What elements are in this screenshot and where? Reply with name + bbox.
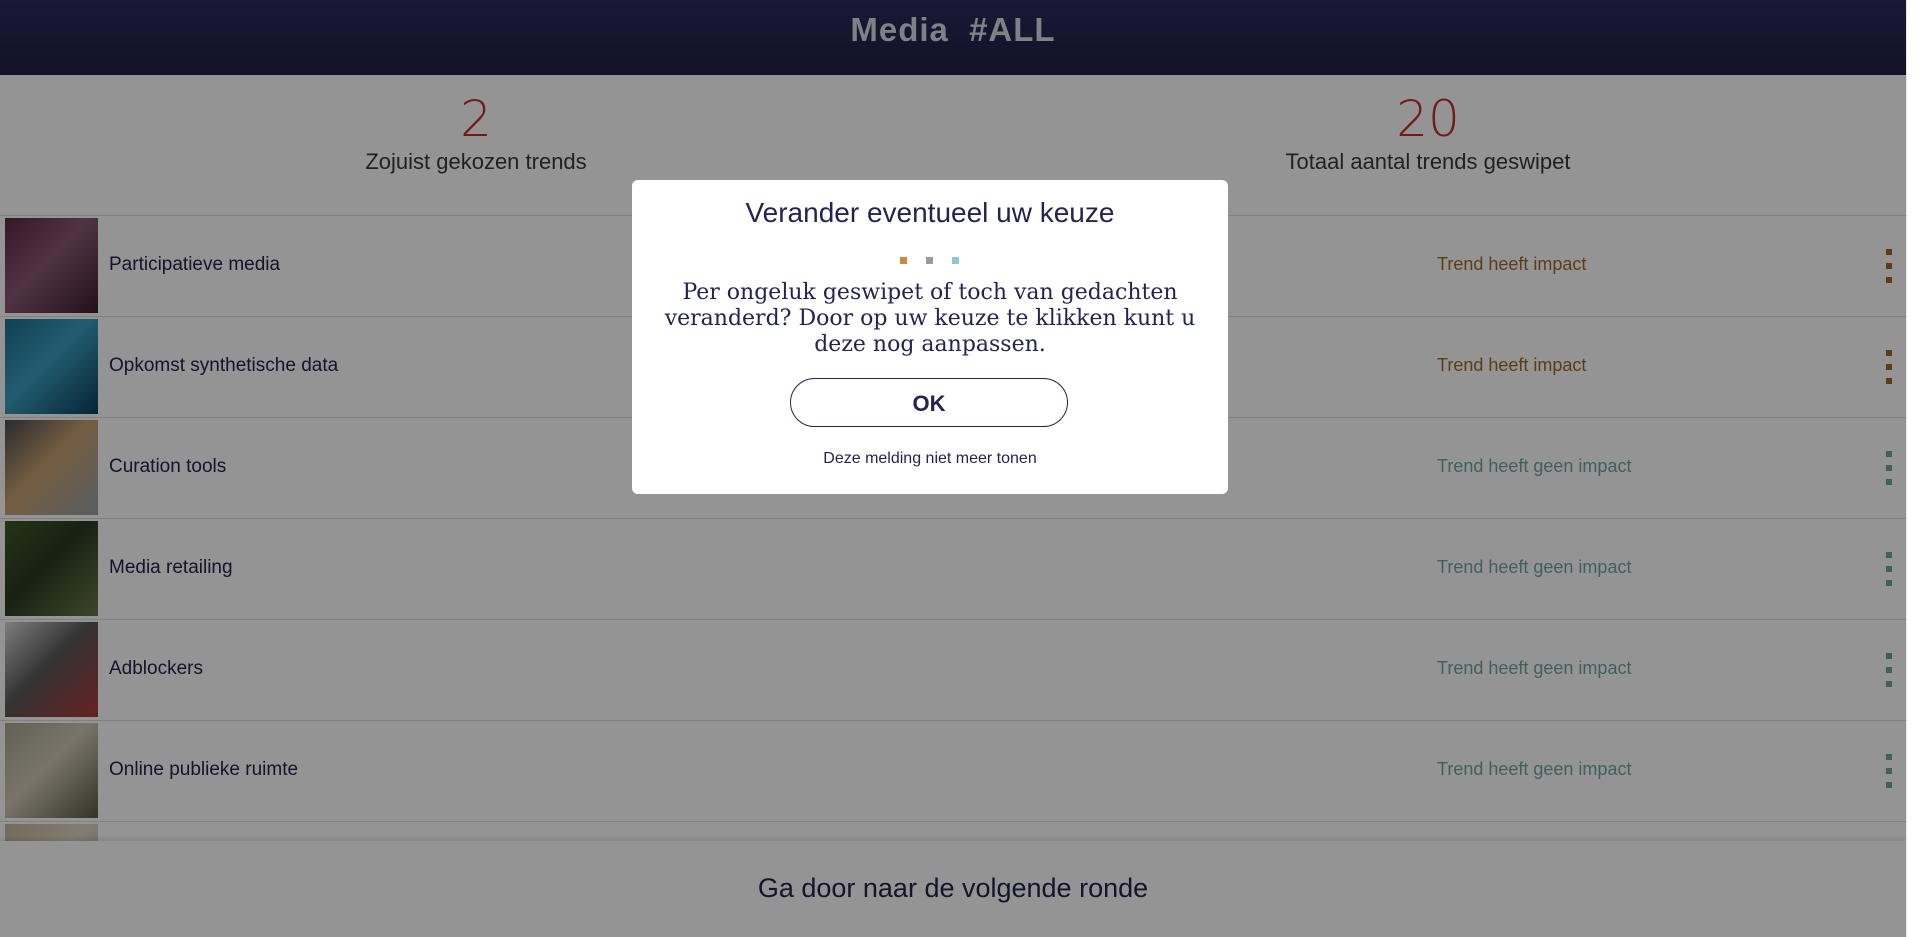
dot-grey xyxy=(926,257,933,264)
dot-orange xyxy=(900,257,907,264)
ok-button[interactable]: OK xyxy=(790,378,1068,427)
dont-show-again-link[interactable]: Deze melding niet meer tonen xyxy=(632,450,1228,468)
dot-teal xyxy=(952,257,959,264)
scrollbar[interactable] xyxy=(1906,0,1920,937)
modal-title: Verander eventueel uw keuze xyxy=(745,197,1115,228)
modal-dialog: Verander eventueel uw keuze Per ongeluk … xyxy=(632,180,1228,494)
modal-body: Per ongeluk geswipet of toch van gedacht… xyxy=(664,280,1196,357)
modal-dots-icon xyxy=(900,257,960,265)
